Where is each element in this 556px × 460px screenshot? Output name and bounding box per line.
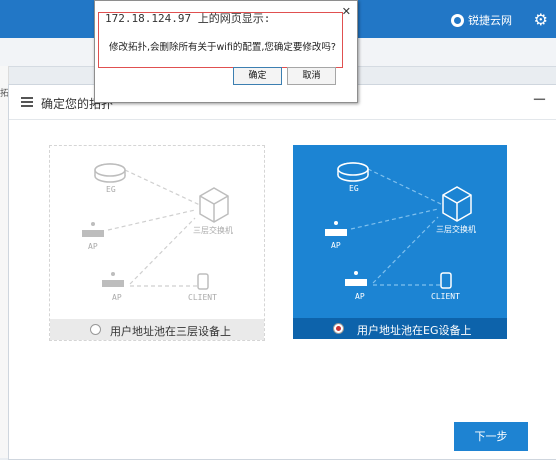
cancel-button[interactable]: 取消 — [287, 67, 336, 85]
option-footer[interactable]: 用户地址池在EG设备上 — [293, 318, 507, 339]
topology-option-eg[interactable]: EG 三层交换机 AP AP CLIENT 用户地址池在EG设备上 — [293, 145, 507, 339]
topology-diagram: EG 三层交换机 AP AP CLIENT — [82, 163, 233, 302]
dialog-message: 修改拓扑,会删除所有关于wifi的配置,您确定要修改吗? — [109, 42, 336, 53]
node-switch: 三层交换机 — [436, 224, 476, 234]
ap-icon — [325, 221, 347, 236]
radio-l3[interactable] — [90, 324, 101, 335]
node-ap2: AP — [112, 293, 122, 302]
node-ap2: AP — [355, 292, 365, 301]
node-switch: 三层交换机 — [193, 225, 233, 235]
node-client: CLIENT — [188, 293, 217, 302]
node-client: CLIENT — [431, 292, 460, 301]
option-label: 用户地址池在三层设备上 — [110, 325, 231, 338]
phone-icon — [197, 273, 209, 290]
menu-icon — [21, 97, 33, 107]
ap-icon — [345, 271, 367, 286]
brand-name: 锐捷云网 — [468, 14, 512, 27]
close-icon[interactable]: − — [532, 91, 547, 109]
router-icon — [94, 163, 126, 183]
gear-icon[interactable]: ⚙ — [534, 10, 548, 29]
ap-icon — [102, 272, 124, 287]
router-icon — [337, 162, 369, 182]
switch-icon — [442, 186, 472, 222]
topology-option-l3[interactable]: EG 三层交换机 AP AP CLIENT 用户地址池在三层设备上 — [49, 145, 265, 341]
phone-icon — [440, 272, 452, 289]
node-eg: EG — [349, 184, 359, 193]
option-footer[interactable]: 用户地址池在三层设备上 — [50, 319, 264, 340]
ok-button[interactable]: 确定 — [233, 67, 282, 85]
switch-icon — [199, 187, 229, 223]
brand-logo-icon — [451, 13, 464, 27]
option-label: 用户地址池在EG设备上 — [357, 324, 472, 337]
ap-icon — [82, 222, 104, 237]
dialog-title: 172.18.124.97 上的网页显示: — [105, 12, 271, 25]
radio-eg[interactable] — [333, 323, 344, 334]
confirm-dialog: 172.18.124.97 上的网页显示: ✕ 修改拓扑,会删除所有关于wifi… — [94, 0, 358, 103]
next-button[interactable]: 下一步 — [454, 422, 528, 451]
topology-modal: 确定您的拓扑 − EG 三层交换机 AP AP CLIENT 用户地址池在三层设… — [8, 84, 556, 460]
node-ap1: AP — [88, 242, 98, 251]
node-ap1: AP — [331, 241, 341, 250]
brand[interactable]: 锐捷云网 — [451, 12, 512, 28]
topology-diagram: EG 三层交换机 AP AP CLIENT — [325, 162, 476, 301]
close-icon[interactable]: ✕ — [342, 5, 351, 18]
node-eg: EG — [106, 185, 116, 194]
